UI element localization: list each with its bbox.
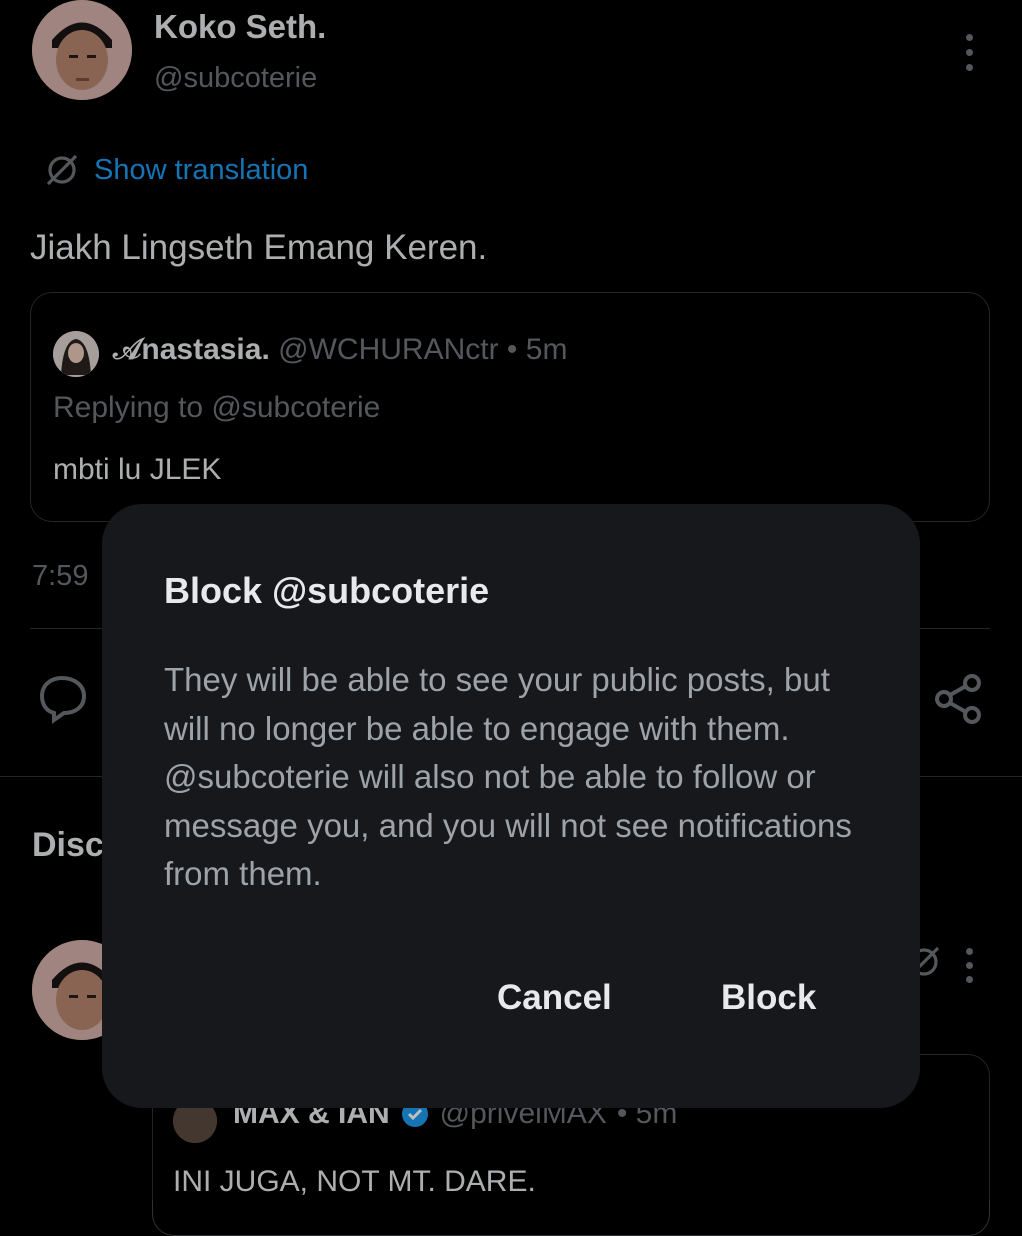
dialog-body: They will be able to see your public pos…: [164, 661, 852, 892]
dialog-title: Block @subcoterie: [164, 570, 490, 611]
block-dialog: Block @subcoterie They will be able to s…: [102, 504, 920, 1108]
block-button[interactable]: Block: [721, 978, 816, 1018]
cancel-button[interactable]: Cancel: [497, 978, 612, 1018]
